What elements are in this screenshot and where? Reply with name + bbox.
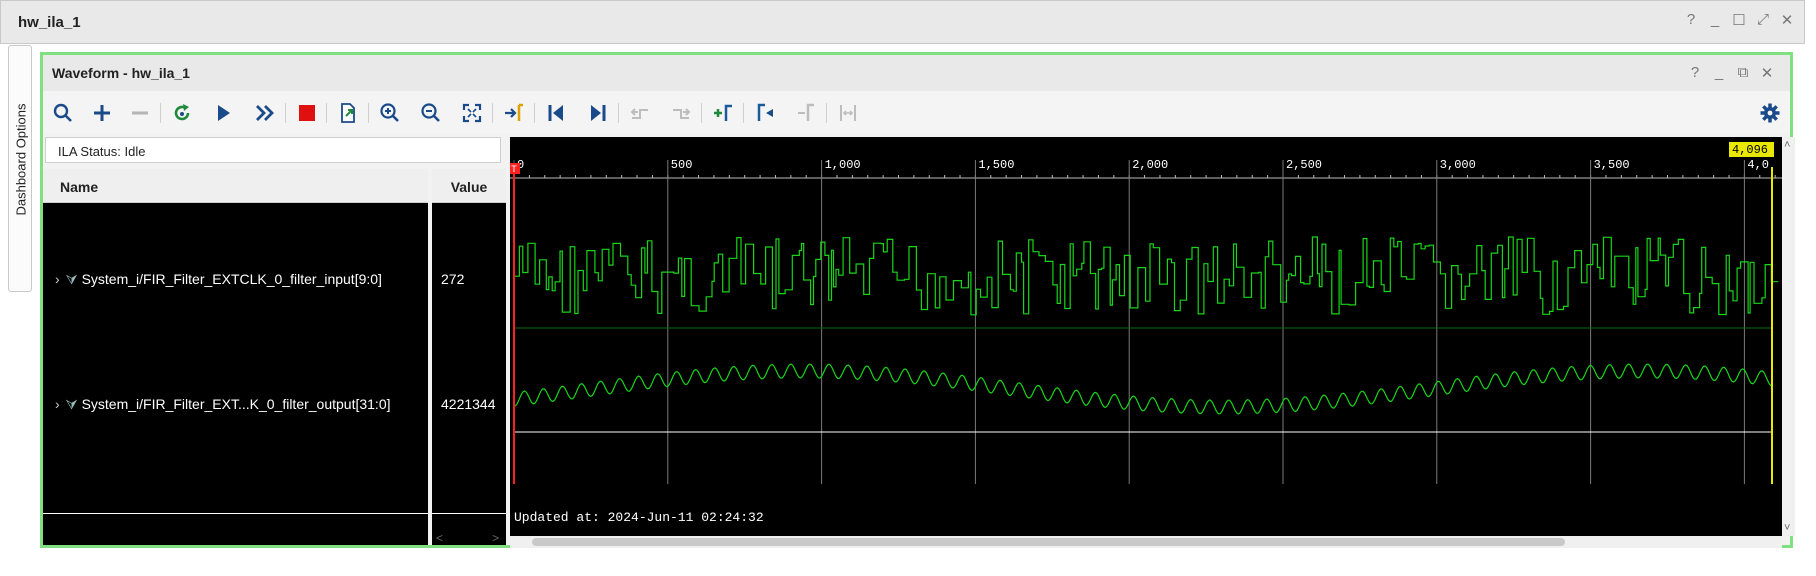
horizontal-scrollbar[interactable] <box>510 536 1782 548</box>
zoom-fit-icon[interactable] <box>458 99 486 127</box>
expand-chevron-icon[interactable]: › <box>55 396 60 412</box>
window-title: hw_ila_1 <box>18 14 81 31</box>
add-icon[interactable] <box>88 99 116 127</box>
ruler-tick-label: 2,500 <box>1286 158 1322 172</box>
panel-controls: ? _ ⧉ ✕ <box>1688 64 1774 82</box>
signal-row-output[interactable]: › ⮛ System_i/FIR_Filter_EXT...K_0_filter_o… <box>55 396 427 413</box>
signal-value: 272 <box>441 271 465 287</box>
end-marker-label: 4,096 <box>1732 143 1768 157</box>
search-icon[interactable] <box>49 99 77 127</box>
waveform-panel: Waveform - hw_ila_1 ? _ ⧉ ✕ ILA Status: … <box>40 52 1795 548</box>
window-controls: ? _ ☐ ⤢ ✕ <box>1684 11 1794 29</box>
ruler-tick-label: 4,0 <box>1747 158 1769 172</box>
stop-icon[interactable] <box>293 99 321 127</box>
signal-name: System_i/FIR_Filter_EXTCLK_0_filter_inpu… <box>81 271 382 287</box>
signal-name: System_i/FIR_Filter_EXT...K_0_filter_out… <box>81 396 391 412</box>
panel-restore-button[interactable]: ⧉ <box>1736 64 1750 82</box>
minimize-button[interactable]: _ <box>1708 11 1722 29</box>
previous-marker-icon[interactable] <box>751 99 779 127</box>
trigger-label: T <box>511 165 517 176</box>
waveform-toolbar <box>43 91 1790 133</box>
output-trace <box>513 363 1772 415</box>
scroll-right-icon[interactable]: > <box>492 531 499 545</box>
ruler-tick-label: 3,000 <box>1440 158 1476 172</box>
bus-icon: ⮛ <box>65 396 78 412</box>
scroll-down-icon[interactable]: ˅ <box>1784 522 1790 534</box>
ila-status-value: Idle <box>124 144 146 159</box>
ila-status: ILA Status: Idle <box>45 137 501 163</box>
signal-names-column: Name › ⮛ System_i/FIR_Filter_EXTCLK_0_filt… <box>43 169 428 545</box>
panel-help-button[interactable]: ? <box>1688 64 1702 82</box>
waveform-canvas[interactable]: 0 500 1,000 1,500 2,000 2,500 3,000 3,500 4,0 T … <box>510 137 1782 536</box>
panel-minimize-button[interactable]: _ <box>1712 64 1726 82</box>
marker-icon[interactable] <box>500 99 528 127</box>
refresh-icon[interactable] <box>168 99 196 127</box>
close-button[interactable]: ✕ <box>1780 11 1794 29</box>
dashboard-options-label: Dashboard Options <box>13 103 29 216</box>
panel-close-button[interactable]: ✕ <box>1760 64 1774 82</box>
value-column-header[interactable]: Value <box>432 169 506 203</box>
next-transition-icon[interactable] <box>667 99 695 127</box>
scroll-up-icon[interactable]: ˄ <box>1784 139 1790 151</box>
float-button[interactable]: ⤢ <box>1756 11 1770 29</box>
panel-title: Waveform - hw_ila_1 <box>52 65 190 81</box>
signal-row-input[interactable]: › ⮛ System_i/FIR_Filter_EXTCLK_0_filter_in… <box>55 271 427 288</box>
add-marker-icon[interactable] <box>709 99 737 127</box>
signal-value: 4221344 <box>441 396 496 412</box>
dashboard-options-tab[interactable]: Dashboard Options <box>8 45 32 292</box>
zoom-in-icon[interactable] <box>376 99 404 127</box>
run-icon[interactable] <box>209 99 237 127</box>
export-icon[interactable] <box>334 99 362 127</box>
name-column-header[interactable]: Name <box>43 169 428 203</box>
updated-timestamp: Updated at: 2024-Jun-11 02:24:32 <box>514 510 764 525</box>
zoom-out-icon[interactable] <box>417 99 445 127</box>
ruler-tick-label: 2,000 <box>1132 158 1168 172</box>
horizontal-scroll-thumb[interactable] <box>532 538 1565 546</box>
remove-icon[interactable] <box>126 99 154 127</box>
go-to-end-icon[interactable] <box>584 99 612 127</box>
signal-values-column: Value 272 4221344 <box>432 169 506 545</box>
ila-status-label: ILA Status: <box>58 144 121 159</box>
scroll-left-icon[interactable]: < <box>436 531 443 545</box>
ruler-tick-label: 1,000 <box>825 158 861 172</box>
maximize-button[interactable]: ☐ <box>1732 11 1746 29</box>
waveform-display[interactable]: 0 500 1,000 1,500 2,000 2,500 3,000 3,500 4,0 T … <box>510 137 1782 536</box>
settings-icon[interactable] <box>1756 99 1784 127</box>
next-marker-icon[interactable] <box>792 99 820 127</box>
go-to-start-icon[interactable] <box>542 99 570 127</box>
ruler-tick-label: 500 <box>671 158 693 172</box>
previous-transition-icon[interactable] <box>626 99 654 127</box>
input-trace <box>513 236 1779 316</box>
help-button[interactable]: ? <box>1684 11 1698 29</box>
expand-chevron-icon[interactable]: › <box>55 271 60 287</box>
swap-cursors-icon[interactable] <box>834 99 862 127</box>
list-divider <box>432 513 506 514</box>
run-immediate-icon[interactable] <box>251 99 279 127</box>
vertical-scrollbar[interactable]: ˄ ˅ <box>1783 137 1795 536</box>
list-divider <box>43 513 428 514</box>
ruler-tick-label: 1,500 <box>978 158 1014 172</box>
bus-icon: ⮛ <box>65 271 78 287</box>
ruler-tick-label: 3,500 <box>1594 158 1630 172</box>
panel-titlebar: Waveform - hw_ila_1 ? _ ⧉ ✕ <box>43 55 1790 91</box>
window-titlebar: hw_ila_1 ? _ ☐ ⤢ ✕ <box>0 0 1805 44</box>
